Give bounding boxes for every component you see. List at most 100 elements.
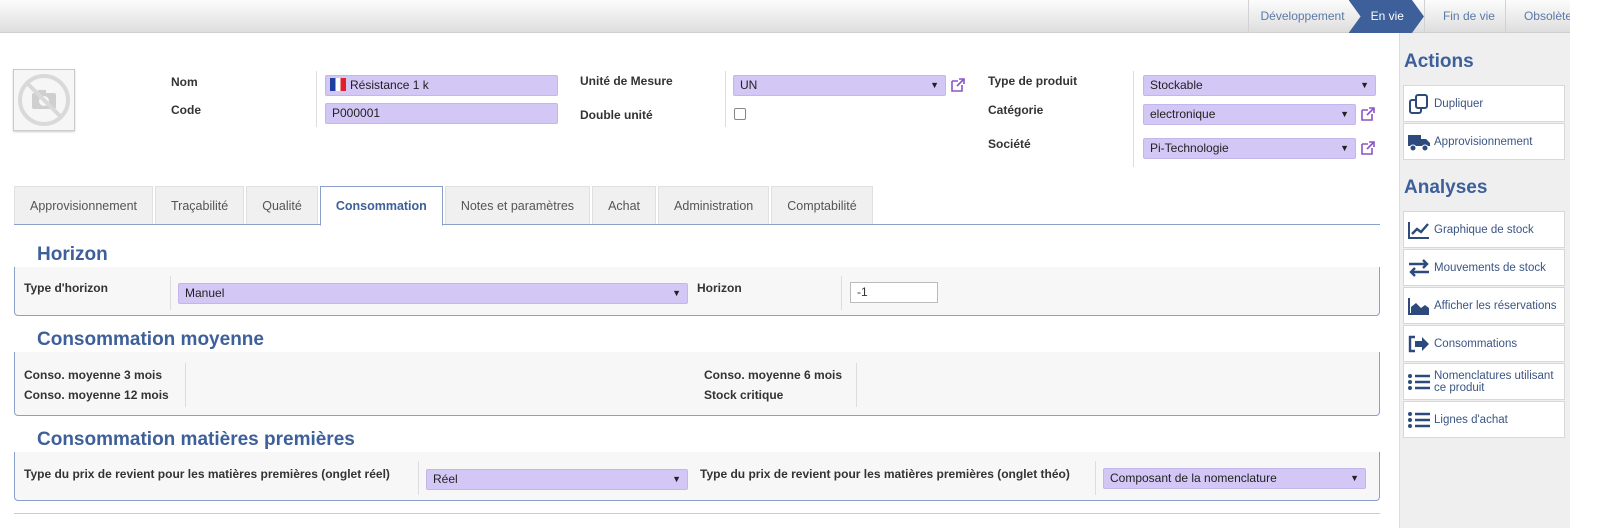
company-select[interactable]: Pi-Technologie ▼ [1143, 138, 1356, 159]
code-value: P000001 [332, 106, 381, 120]
tab-approvisionnement[interactable]: Approvisionnement [14, 186, 154, 224]
chevron-down-icon: ▼ [1340, 109, 1349, 119]
code-label: Code [171, 103, 201, 117]
avg-3-months-label: Conso. moyenne 3 mois [24, 368, 163, 382]
chevron-down-icon: ▼ [1350, 473, 1359, 483]
external-link-icon[interactable] [950, 77, 966, 93]
consumptions-link[interactable]: Consommations [1403, 325, 1565, 362]
column-divider [418, 461, 419, 495]
horizon-legend: Horizon [29, 243, 116, 267]
theo-cost-type-select[interactable]: Composant de la nomenclature ▼ [1103, 468, 1366, 489]
critical-stock-label: Stock critique [704, 388, 784, 402]
list-icon [1404, 410, 1434, 430]
stock-chart-label: Graphique de stock [1434, 223, 1534, 236]
tab-administration[interactable]: Administration [658, 186, 770, 224]
consumptions-label: Consommations [1434, 337, 1518, 350]
horizon-value: -1 [857, 285, 868, 299]
category-value: electronique [1150, 107, 1216, 121]
reservations-label: Afficher les réservations [1434, 299, 1557, 312]
tab-comptabilite[interactable]: Comptabilité [771, 186, 873, 224]
raw-materials-fieldset: Consommation matières premières Type du … [14, 428, 1380, 501]
stock-chart-link[interactable]: Graphique de stock [1403, 211, 1565, 248]
no-camera-icon [18, 74, 70, 126]
horizon-input[interactable]: -1 [850, 282, 938, 303]
analyses-title: Analyses [1404, 177, 1488, 198]
notebook-tabs: Approvisionnement Traçabilité Qualité Co… [14, 186, 875, 226]
code-input[interactable]: P000001 [325, 103, 558, 124]
stage-en-vie[interactable]: En vie [1349, 0, 1424, 33]
bom-using-product-link[interactable]: Nomenclatures utilisant ce produit [1403, 363, 1565, 400]
horizon-type-value: Manuel [185, 286, 225, 300]
avg-6-months-label: Conso. moyenne 6 mois [704, 368, 843, 382]
uom-value: UN [740, 78, 758, 92]
column-divider [841, 276, 842, 310]
horizon-fieldset: Horizon Type d'horizon Manuel ▼ Horizon … [14, 243, 1380, 316]
theo-cost-type-value: Composant de la nomenclature [1110, 471, 1277, 485]
avg-consumption-legend: Consommation moyenne [29, 328, 272, 352]
stock-moves-label: Mouvements de stock [1434, 261, 1546, 274]
uom-select[interactable]: UN ▼ [733, 75, 946, 96]
raw-materials-legend: Consommation matières premières [29, 428, 363, 452]
category-label: Catégorie [988, 103, 1044, 117]
horizon-type-select[interactable]: Manuel ▼ [178, 283, 688, 304]
product-type-label: Type de produit [988, 74, 1078, 88]
top-toolbar: Développement En vie Fin de vie Obsolète [0, 0, 1590, 33]
tab-underline [14, 224, 1380, 225]
real-cost-type-select[interactable]: Réel ▼ [426, 469, 688, 490]
column-divider [1133, 71, 1134, 167]
tab-tracabilite[interactable]: Traçabilité [155, 186, 245, 224]
column-divider [170, 276, 171, 310]
tab-achat[interactable]: Achat [592, 186, 657, 224]
duplicate-action[interactable]: Dupliquer [1403, 85, 1565, 122]
procurement-action[interactable]: Approvisionnement [1403, 123, 1565, 160]
horizon-label: Horizon [697, 281, 742, 295]
product-image[interactable] [13, 69, 75, 131]
name-label: Nom [171, 75, 198, 89]
company-value: Pi-Technologie [1150, 141, 1229, 155]
column-divider [856, 363, 857, 407]
name-value: Résistance 1 k [350, 78, 429, 92]
chart-line-icon [1404, 220, 1434, 240]
real-cost-type-value: Réel [433, 472, 458, 486]
french-flag-icon [330, 78, 346, 91]
company-label: Société [988, 137, 1031, 151]
horizon-type-label: Type d'horizon [24, 281, 108, 295]
sign-out-icon [1404, 334, 1434, 354]
avg-12-months-label: Conso. moyenne 12 mois [24, 388, 169, 402]
stage-fin-de-vie[interactable]: Fin de vie [1423, 0, 1505, 33]
tab-qualite[interactable]: Qualité [246, 186, 318, 224]
page-scrollbar[interactable] [1570, 0, 1600, 528]
purchase-lines-label: Lignes d'achat [1434, 413, 1508, 426]
product-type-select[interactable]: Stockable ▼ [1143, 75, 1376, 96]
column-divider [725, 71, 726, 127]
chevron-down-icon: ▼ [1360, 80, 1369, 90]
uom-label: Unité de Mesure [580, 74, 673, 88]
exchange-icon [1404, 258, 1434, 278]
column-divider [1095, 461, 1096, 495]
bom-using-product-label: Nomenclatures utilisant ce produit [1434, 369, 1554, 394]
avg-consumption-fieldset: Consommation moyenne Conso. moyenne 3 mo… [14, 328, 1380, 416]
duplicate-icon [1404, 93, 1434, 115]
truck-icon [1404, 132, 1434, 152]
stage-developpement[interactable]: Développement [1247, 0, 1355, 33]
double-unit-checkbox[interactable] [734, 108, 746, 120]
real-cost-type-label: Type du prix de revient pour les matière… [24, 467, 390, 481]
duplicate-label: Dupliquer [1434, 97, 1484, 110]
name-input[interactable]: Résistance 1 k [325, 75, 558, 96]
stock-moves-link[interactable]: Mouvements de stock [1403, 249, 1565, 286]
chevron-down-icon: ▼ [930, 80, 939, 90]
category-select[interactable]: electronique ▼ [1143, 104, 1356, 125]
status-pipeline: Développement En vie Fin de vie Obsolète [1247, 0, 1590, 33]
tab-notes-parametres[interactable]: Notes et paramètres [444, 186, 591, 224]
section-divider [14, 513, 1380, 514]
external-link-icon[interactable] [1360, 106, 1376, 122]
tab-consommation[interactable]: Consommation [319, 186, 443, 226]
theo-cost-type-label: Type du prix de revient pour les matière… [700, 467, 1070, 481]
purchase-lines-link[interactable]: Lignes d'achat [1403, 401, 1565, 438]
chevron-down-icon: ▼ [1340, 143, 1349, 153]
reservations-link[interactable]: Afficher les réservations [1403, 287, 1565, 324]
procurement-label: Approvisionnement [1434, 135, 1533, 148]
chevron-down-icon: ▼ [672, 288, 681, 298]
external-link-icon[interactable] [1360, 140, 1376, 156]
double-unit-label: Double unité [580, 108, 653, 122]
